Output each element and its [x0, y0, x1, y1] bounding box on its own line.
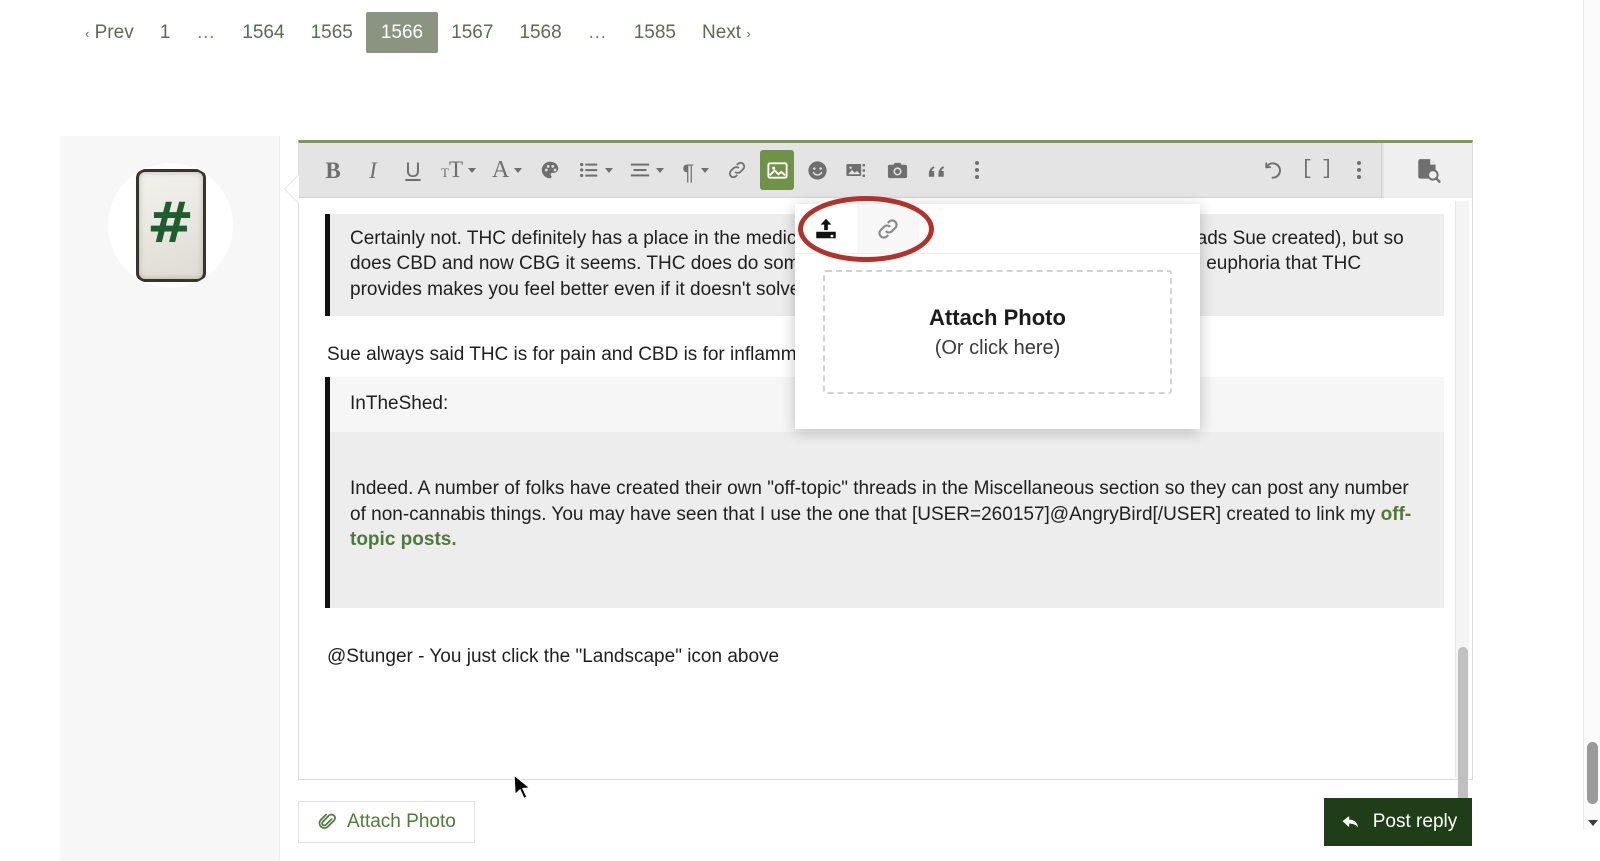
media-gallery-icon	[846, 163, 866, 177]
chevron-down-icon	[605, 167, 614, 173]
scroll-down-arrow-icon[interactable]	[1588, 820, 1598, 826]
undo-icon	[1265, 161, 1282, 179]
paragraph-button[interactable]: ¶	[675, 150, 714, 190]
reply-editor-area: # B I U TT A ¶ [] Certainly not. THC de…	[0, 56, 1600, 861]
editor-scrollbar[interactable]	[1455, 201, 1469, 827]
mahjong-tile-avatar: #	[135, 169, 206, 282]
align-icon	[631, 163, 650, 177]
quote-two-body: Indeed. A number of folks have created t…	[330, 432, 1444, 609]
editor-toolbar[interactable]: B I U TT A ¶ []	[299, 142, 1472, 198]
font-size-icon: TT	[441, 157, 464, 182]
pagination-ellipsis-start: …	[196, 21, 217, 43]
avatar-glyph: #	[147, 190, 194, 256]
paragraph-two: @Stunger - You just click the "Landscape…	[327, 646, 780, 668]
upload-icon	[816, 218, 836, 238]
pagination-ellipsis-end: …	[587, 21, 608, 43]
mouse-cursor	[513, 774, 532, 800]
quote-icon	[928, 165, 944, 177]
pagination-page-1568[interactable]: 1568	[506, 14, 574, 51]
brackets-icon: [ ]	[1300, 158, 1333, 181]
align-button[interactable]	[624, 150, 669, 190]
insert-image-button[interactable]	[760, 150, 795, 190]
bbcode-button[interactable]: [ ]	[1296, 150, 1336, 190]
page-scrollbar[interactable]	[1583, 0, 1600, 830]
toolbar-divider	[1381, 142, 1382, 198]
text-color-button[interactable]: A	[487, 150, 527, 190]
chevron-down-icon	[701, 167, 710, 173]
pagination-page-current[interactable]: 1566	[365, 11, 439, 53]
attach-photo-popup[interactable]: Attach Photo (Or click here)	[795, 204, 1200, 429]
smiley-button[interactable]	[800, 150, 834, 190]
bullet-list-button[interactable]	[573, 150, 618, 190]
undo-button[interactable]	[1256, 150, 1290, 190]
speech-bubble-pointer	[285, 175, 299, 203]
upload-tab[interactable]	[795, 204, 857, 253]
quote-two-text: Indeed. A number of folks have created t…	[350, 478, 1409, 525]
attach-photo-button[interactable]: Attach Photo	[298, 801, 475, 843]
media-gallery-button[interactable]	[840, 150, 874, 190]
camera-icon	[887, 162, 907, 178]
link-icon	[878, 218, 898, 239]
more-vertical-icon	[1357, 161, 1361, 179]
toolbar-more-right-button[interactable]	[1342, 150, 1376, 190]
author-column: #	[60, 136, 280, 861]
paperclip-icon	[318, 813, 336, 829]
pagination-prev-label: Prev	[94, 21, 134, 43]
bullet-list-icon	[580, 162, 598, 178]
pagination-page-1564[interactable]: 1564	[229, 14, 297, 51]
pagination-page-1565[interactable]: 1565	[298, 14, 366, 51]
pagination-next[interactable]: Next ›	[689, 14, 764, 51]
page-scrollbar-thumb[interactable]	[1587, 742, 1598, 804]
preview-button[interactable]	[1384, 142, 1472, 198]
preview-document-icon	[1418, 159, 1441, 183]
insert-image-icon	[767, 161, 788, 179]
dropzone-title: Attach Photo	[929, 304, 1066, 330]
pagination-prev[interactable]: ‹ Prev	[72, 14, 147, 51]
popup-tabs[interactable]	[795, 204, 1200, 254]
dropzone-subtitle: (Or click here)	[934, 336, 1061, 359]
link-icon	[729, 161, 746, 179]
pagination-next-label: Next	[701, 21, 742, 43]
quote-button[interactable]	[920, 150, 954, 190]
pagination-page-1[interactable]: 1	[147, 14, 184, 51]
italic-button[interactable]: I	[356, 150, 390, 190]
pagination-page-1567[interactable]: 1567	[438, 14, 506, 51]
chevron-right-icon: ›	[746, 25, 751, 41]
chevron-down-icon	[514, 167, 523, 173]
pagination-page-1585[interactable]: 1585	[621, 14, 689, 51]
underline-button[interactable]: U	[396, 150, 430, 190]
post-reply-button[interactable]: Post reply	[1324, 798, 1472, 846]
more-vertical-icon	[975, 161, 980, 179]
link-button[interactable]	[720, 150, 754, 190]
avatar[interactable]: #	[108, 163, 233, 288]
bold-button[interactable]: B	[316, 150, 350, 190]
chevron-down-icon	[656, 167, 665, 173]
photo-dropzone[interactable]: Attach Photo (Or click here)	[823, 270, 1172, 394]
chevron-down-icon	[468, 167, 477, 173]
toolbar-more-button[interactable]	[960, 150, 994, 190]
palette-icon	[542, 161, 559, 179]
font-size-button[interactable]: TT	[436, 150, 481, 190]
camera-button[interactable]	[880, 150, 914, 190]
pagination[interactable]: ‹ Prev 1 … 1564 1565 1566 1567 1568 … 15…	[0, 0, 1600, 56]
smiley-icon	[808, 160, 827, 180]
link-tab[interactable]	[857, 204, 919, 253]
palette-button[interactable]	[533, 150, 567, 190]
chevron-left-icon: ‹	[85, 25, 90, 41]
paragraph-icon: ¶	[682, 160, 695, 185]
